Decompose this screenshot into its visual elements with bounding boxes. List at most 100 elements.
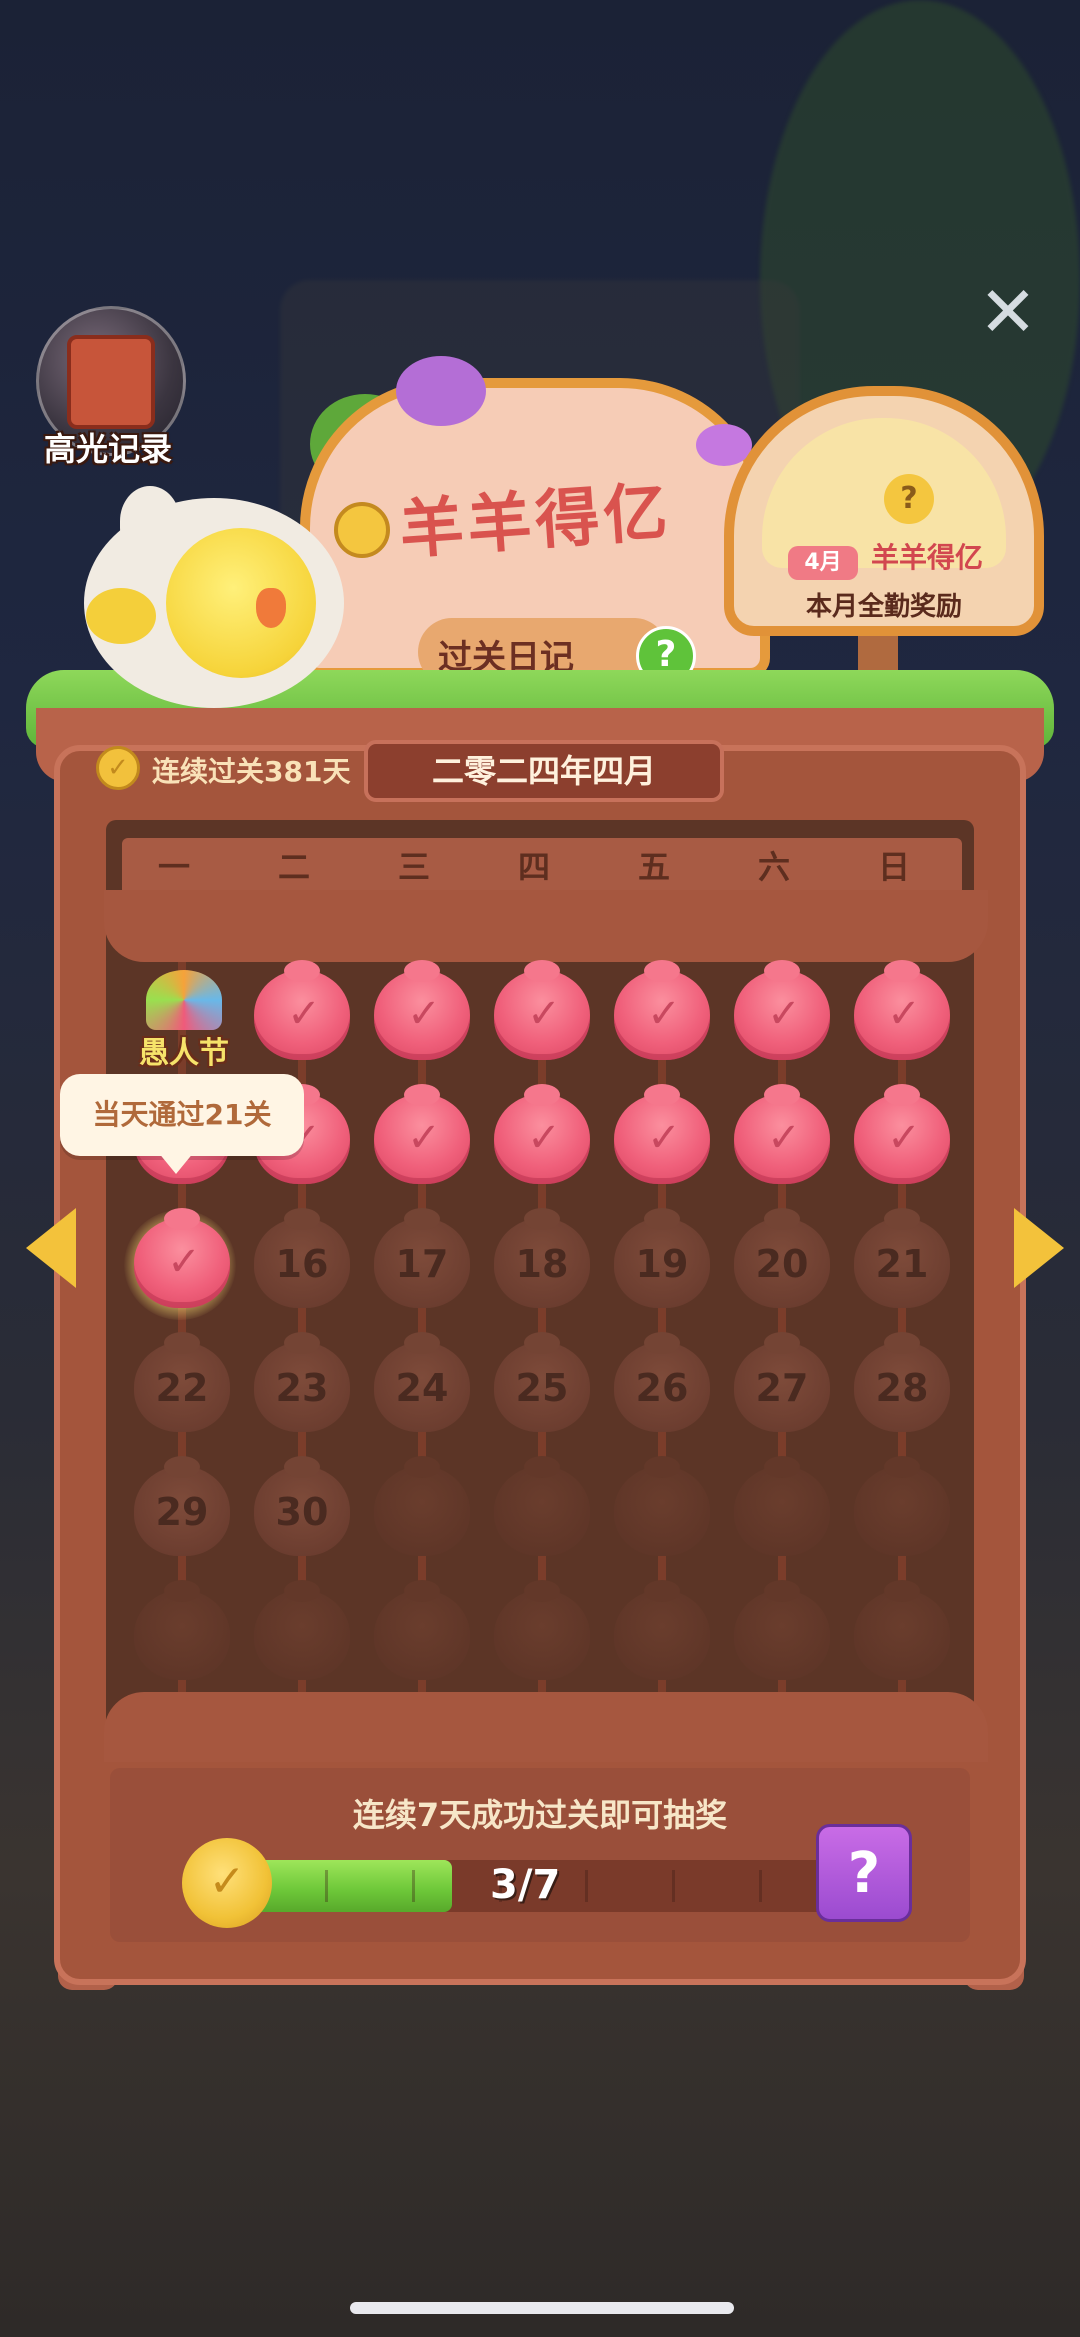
peach-bead-icon bbox=[374, 1580, 470, 1680]
peach-bead-icon bbox=[614, 1456, 710, 1556]
close-button[interactable]: ✕ bbox=[976, 277, 1040, 347]
calendar-day-cell[interactable]: 16 bbox=[252, 1208, 352, 1310]
calendar-day-cell[interactable]: 30 bbox=[252, 1456, 352, 1558]
calendar-day-cell[interactable]: 19 bbox=[612, 1208, 712, 1310]
calendar-day-cell[interactable]: ✓ bbox=[612, 960, 712, 1062]
check-icon: ✓ bbox=[647, 1115, 681, 1161]
peach-bead-icon: 21 bbox=[854, 1208, 950, 1308]
month-banner: 二零二四年四月 bbox=[364, 740, 724, 802]
calendar-day-cell bbox=[252, 1580, 352, 1682]
calendar-day-cell[interactable]: ✓ bbox=[732, 1084, 832, 1186]
check-icon: ✓ bbox=[407, 991, 441, 1037]
calendar-day-cell[interactable]: ✓ bbox=[852, 1084, 952, 1186]
peach-bead-icon: 27 bbox=[734, 1332, 830, 1432]
calendar-day-cell bbox=[612, 1456, 712, 1558]
question-icon: ? bbox=[655, 634, 677, 675]
calendar-day-cell[interactable]: 29 bbox=[132, 1456, 232, 1558]
peach-bead-icon: 20 bbox=[734, 1208, 830, 1308]
mystery-coin-icon: ? bbox=[884, 474, 934, 524]
highlight-record-button[interactable]: 高光记录 bbox=[36, 306, 186, 468]
check-icon: ✓ bbox=[527, 991, 561, 1037]
tooltip-text: 当天通过21关 bbox=[92, 1098, 272, 1131]
calendar-day-cell[interactable]: 20 bbox=[732, 1208, 832, 1310]
progress-tick bbox=[325, 1870, 328, 1902]
calendar-day-cell[interactable]: 23 bbox=[252, 1332, 352, 1434]
peach-bead-icon: ✓ bbox=[734, 1084, 830, 1184]
prev-month-arrow-icon[interactable] bbox=[26, 1208, 76, 1288]
highlight-record-label: 高光记录 bbox=[43, 430, 172, 468]
peach-bead-icon: 25 bbox=[494, 1332, 590, 1432]
peach-bead-icon: 24 bbox=[374, 1332, 470, 1432]
calendar-day-cell[interactable]: 18 bbox=[492, 1208, 592, 1310]
peach-bead-icon bbox=[254, 1580, 350, 1680]
weekday-label: 三 bbox=[397, 848, 430, 886]
day-number: 18 bbox=[515, 1242, 569, 1286]
day-number: 23 bbox=[275, 1366, 329, 1410]
weekday-label: 五 bbox=[637, 848, 670, 886]
day-number: 21 bbox=[875, 1242, 929, 1286]
peach-bead-icon: ✓ bbox=[374, 1084, 470, 1184]
check-icon: ✓ bbox=[527, 1115, 561, 1161]
calendar-day-cell[interactable]: ✓ bbox=[732, 960, 832, 1062]
day-number: 28 bbox=[875, 1366, 929, 1410]
calendar-day-cell[interactable]: ✓ bbox=[492, 1084, 592, 1186]
calendar-day-cell bbox=[612, 1580, 712, 1682]
weekday-label: 日 bbox=[877, 848, 910, 886]
check-icon: ✓ bbox=[647, 991, 681, 1037]
streak-text: 连续过关381天 bbox=[152, 755, 351, 788]
calendar-day-cell bbox=[732, 1580, 832, 1682]
calendar-day-cell[interactable]: 21 bbox=[852, 1208, 952, 1310]
calendar-day-cell bbox=[492, 1580, 592, 1682]
calendar-day-cell[interactable]: ✓ bbox=[124, 1208, 236, 1320]
weekday-label: 一 bbox=[157, 848, 190, 886]
calendar-day-cell[interactable]: ✓ bbox=[372, 960, 472, 1062]
award-caption: 本月全勤奖励 bbox=[805, 592, 962, 622]
award-logo-text: 羊羊得亿 bbox=[870, 541, 983, 574]
peach-bead-icon bbox=[734, 1456, 830, 1556]
calendar-day-cell[interactable]: 24 bbox=[372, 1332, 472, 1434]
peach-bead-icon: ✓ bbox=[374, 960, 470, 1060]
day-number: 16 bbox=[275, 1242, 329, 1286]
check-bell-icon: ✓ bbox=[182, 1838, 272, 1928]
peach-bead-icon: ✓ bbox=[854, 960, 950, 1060]
calendar-day-cell bbox=[732, 1456, 832, 1558]
calendar-day-cell[interactable]: ✓ bbox=[612, 1084, 712, 1186]
next-month-arrow-icon[interactable] bbox=[1014, 1208, 1064, 1288]
calendar-day-cell[interactable]: ✓ bbox=[492, 960, 592, 1062]
calendar-day-cell[interactable]: 26 bbox=[612, 1332, 712, 1434]
calendar-day-cell[interactable]: ✓ bbox=[372, 1084, 472, 1186]
peach-bead-icon bbox=[854, 1456, 950, 1556]
calendar-day-cell[interactable]: 28 bbox=[852, 1332, 952, 1434]
peach-bead-icon: 19 bbox=[614, 1208, 710, 1308]
check-icon: ✓ bbox=[287, 991, 321, 1037]
day-tooltip: 当天通过21关 bbox=[60, 1074, 304, 1174]
peach-bead-icon: 23 bbox=[254, 1332, 350, 1432]
day-number: 20 bbox=[755, 1242, 809, 1286]
mystery-gift-button[interactable]: ? bbox=[816, 1824, 912, 1922]
calendar-day-cell[interactable]: ✓ bbox=[852, 960, 952, 1062]
day-number: 26 bbox=[635, 1366, 689, 1410]
peach-bead-icon: ✓ bbox=[254, 960, 350, 1060]
day-number: 17 bbox=[395, 1242, 449, 1286]
peach-bead-icon: 22 bbox=[134, 1332, 230, 1432]
day-number: 27 bbox=[755, 1366, 809, 1410]
calendar-day-cell[interactable]: 17 bbox=[372, 1208, 472, 1310]
calendar-day-cell[interactable]: 25 bbox=[492, 1332, 592, 1434]
peach-bead-icon: ✓ bbox=[614, 960, 710, 1060]
day-number: 29 bbox=[155, 1490, 209, 1534]
weekday-label: 六 bbox=[757, 848, 790, 886]
progress-tick bbox=[672, 1870, 675, 1902]
gift-icon: ? bbox=[847, 1841, 881, 1906]
calendar-day-cell[interactable]: 27 bbox=[732, 1332, 832, 1434]
calendar-day-cell[interactable]: ✓ bbox=[252, 960, 352, 1062]
check-icon: ✓ bbox=[887, 1115, 921, 1161]
carved-bottom-rail bbox=[104, 1692, 988, 1762]
home-indicator[interactable] bbox=[350, 2302, 734, 2314]
calendar-day-cell bbox=[492, 1456, 592, 1558]
calendar-day-cell bbox=[132, 1580, 232, 1682]
festival-marker[interactable]: 愚人节 bbox=[134, 970, 234, 1080]
peach-bead-icon bbox=[854, 1580, 950, 1680]
calendar-day-cell[interactable]: 22 bbox=[132, 1332, 232, 1434]
month-title: 二零二四年四月 bbox=[431, 752, 656, 790]
progress-tick bbox=[412, 1870, 415, 1902]
